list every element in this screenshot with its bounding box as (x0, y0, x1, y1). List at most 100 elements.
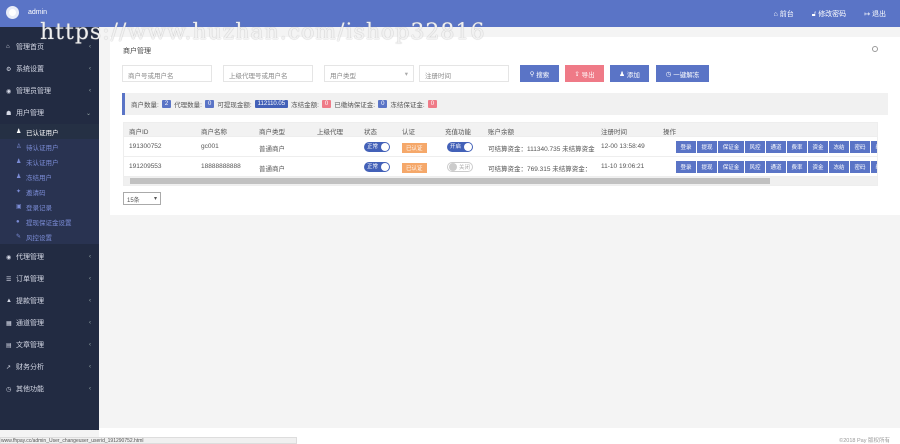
withdrawable-badge: 112110.05 (254, 100, 289, 108)
user-circle-icon: ◉ (6, 254, 12, 261)
merchant-count-badge: 2 (161, 100, 172, 108)
col-time: 注册时间 (601, 129, 627, 136)
sidebar-sub-pending[interactable]: ♙ 待认证用户 (0, 139, 99, 154)
home-icon: ⌂ (6, 44, 10, 50)
op-button[interactable]: 密码 (850, 161, 870, 173)
change-password-link[interactable]: 🔓︎ 修改密码 (812, 9, 846, 19)
op-button[interactable]: 资金 (808, 161, 828, 173)
op-button[interactable]: 保证金 (718, 141, 744, 153)
sidebar-sub-risk[interactable]: ✎ 风控设置 (0, 229, 99, 244)
frontend-link[interactable]: ⌂ 前台 (774, 9, 794, 19)
sidebar-item-orders[interactable]: ☰ 订单管理 ‹ (0, 268, 99, 290)
op-button[interactable]: 提现 (697, 161, 717, 173)
label: 未认证用户 (26, 159, 59, 167)
row-actions: 登录提现保证金风控通道费率资金冻结密码编辑删除 (676, 161, 877, 173)
sidebar-item-articles[interactable]: ▤ 文章管理 ‹ (0, 334, 99, 356)
sidebar-item-other[interactable]: ◷ 其他功能 ‹ (0, 378, 99, 400)
user-icon: ♟ (16, 129, 22, 135)
op-button[interactable]: 登录 (676, 161, 696, 173)
sidebar-item-users[interactable]: ☗ 用户管理 ⌄ (0, 102, 99, 124)
chevron-left-icon: ‹ (89, 320, 91, 326)
label: 用户管理 (16, 110, 44, 117)
export-icon: ⇪ (574, 70, 582, 78)
sidebar-item-home[interactable]: ⌂ 管理首页 ‹ (0, 36, 99, 58)
horizontal-scrollbar[interactable] (124, 177, 877, 185)
bank-icon: ▦ (6, 320, 12, 327)
label: 通道管理 (16, 320, 44, 327)
avatar[interactable] (6, 6, 19, 19)
stats-bar: 商户数量: 2 代理数量: 0 可提现金额: 112110.05 冻结金额: 0 已缴纳… (122, 93, 888, 115)
sidebar-item-agents[interactable]: ◉ 代理管理 ‹ (0, 246, 99, 268)
op-button[interactable]: 费率 (787, 141, 807, 153)
op-button[interactable]: 编辑 (871, 161, 877, 173)
chevron-left-icon: ‹ (89, 66, 91, 72)
sidebar-item-finance[interactable]: ↗ 财务分析 ‹ (0, 356, 99, 378)
user-circle-icon: ◉ (6, 88, 12, 95)
op-button[interactable]: 风控 (745, 141, 765, 153)
sidebar-item-withdraw[interactable]: ▲ 提款管理 ‹ (0, 290, 99, 312)
wrench-icon: ✎ (16, 234, 22, 240)
label: 订单管理 (16, 276, 44, 283)
user-type-value: 用户类型 (330, 73, 356, 80)
users-icon: ♟ (16, 159, 22, 165)
sidebar-sub-deposit[interactable]: ● 提现保证金设置 (0, 214, 99, 229)
op-button[interactable]: 密码 (850, 141, 870, 153)
refresh-icon[interactable] (872, 46, 878, 52)
search-button[interactable]: ⚲ 搜索 (520, 65, 559, 82)
sidebar-sub-verified[interactable]: ♟ 已认证用户 (0, 124, 99, 139)
sidebar-sub-login-log[interactable]: ▣ 登录记录 (0, 199, 99, 214)
cert-badge: 已认证 (402, 143, 427, 153)
op-button[interactable]: 通道 (766, 161, 786, 173)
merchant-panel: 商户管理 商户号或用户名 上级代理号或用户名 用户类型 ▾ 注册时间 ⚲ 搜索 ⇪… (110, 37, 900, 215)
col-cert: 认证 (402, 129, 415, 136)
label: 冻结用户 (26, 174, 52, 182)
user-type-select[interactable]: 用户类型 ▾ (324, 65, 414, 82)
agent-search-input[interactable]: 上级代理号或用户名 (223, 65, 313, 82)
register-time-input[interactable]: 注册时间 (419, 65, 509, 82)
col-balance: 账户余额 (488, 129, 514, 136)
op-button[interactable]: 冻结 (829, 141, 849, 153)
paid-deposit-label: 已缴纳保证金: (334, 102, 376, 109)
frontend-label: 前台 (779, 11, 794, 18)
sidebar-sub-unverified[interactable]: ♟ 未认证用户 (0, 154, 99, 169)
chart-icon: ↗ (6, 364, 12, 371)
op-button[interactable]: 保证金 (718, 161, 744, 173)
book-icon: ▣ (16, 204, 22, 210)
chevron-left-icon: ‹ (89, 276, 91, 282)
unfreeze-all-button[interactable]: ◷ 一键解冻 (656, 65, 709, 82)
sidebar-sub-frozen[interactable]: ♟ 冻结用户 (0, 169, 99, 184)
op-button[interactable]: 费率 (787, 161, 807, 173)
chevron-left-icon: ‹ (89, 386, 91, 392)
status-toggle[interactable]: 正常 (364, 162, 390, 172)
page-size-select[interactable]: 15条 ▾ (123, 192, 161, 205)
op-button[interactable]: 提现 (697, 141, 717, 153)
page-size-value: 15条 (127, 198, 140, 204)
op-button[interactable]: 通道 (766, 141, 786, 153)
recharge-toggle[interactable]: 关闭 (447, 162, 473, 172)
op-button[interactable]: 登录 (676, 141, 696, 153)
logout-link[interactable]: ↦ 退出 (864, 9, 886, 19)
op-button[interactable]: 资金 (808, 141, 828, 153)
col-id: 商户ID (129, 129, 149, 136)
add-button[interactable]: ♟ 添加 (610, 65, 649, 82)
op-button[interactable]: 编辑 (871, 141, 877, 153)
sidebar-sub-invite[interactable]: ✦ 邀请码 (0, 184, 99, 199)
label: 待认证用户 (26, 144, 59, 152)
merchant-search-input[interactable]: 商户号或用户名 (122, 65, 212, 82)
export-button[interactable]: ⇪ 导出 (565, 65, 604, 82)
op-button[interactable]: 风控 (745, 161, 765, 173)
sidebar-item-admins[interactable]: ◉ 管理员管理 ‹ (0, 80, 99, 102)
user-outline-icon: ♙ (16, 144, 22, 150)
circle-icon: ● (16, 218, 20, 225)
col-type: 商户类型 (259, 129, 285, 136)
sidebar-item-settings[interactable]: ⚙ 系统设置 ‹ (0, 58, 99, 80)
status-toggle[interactable]: 正常 (364, 142, 390, 152)
col-agent: 上级代理 (317, 129, 343, 136)
label: 已认证用户 (26, 129, 59, 137)
recharge-toggle[interactable]: 开启 (447, 142, 473, 152)
sidebar-item-channels[interactable]: ▦ 通道管理 ‹ (0, 312, 99, 334)
scrollbar-thumb[interactable] (130, 178, 770, 184)
paid-deposit-badge: 0 (378, 100, 388, 108)
op-button[interactable]: 冻结 (829, 161, 849, 173)
label: 邀请码 (26, 189, 46, 197)
